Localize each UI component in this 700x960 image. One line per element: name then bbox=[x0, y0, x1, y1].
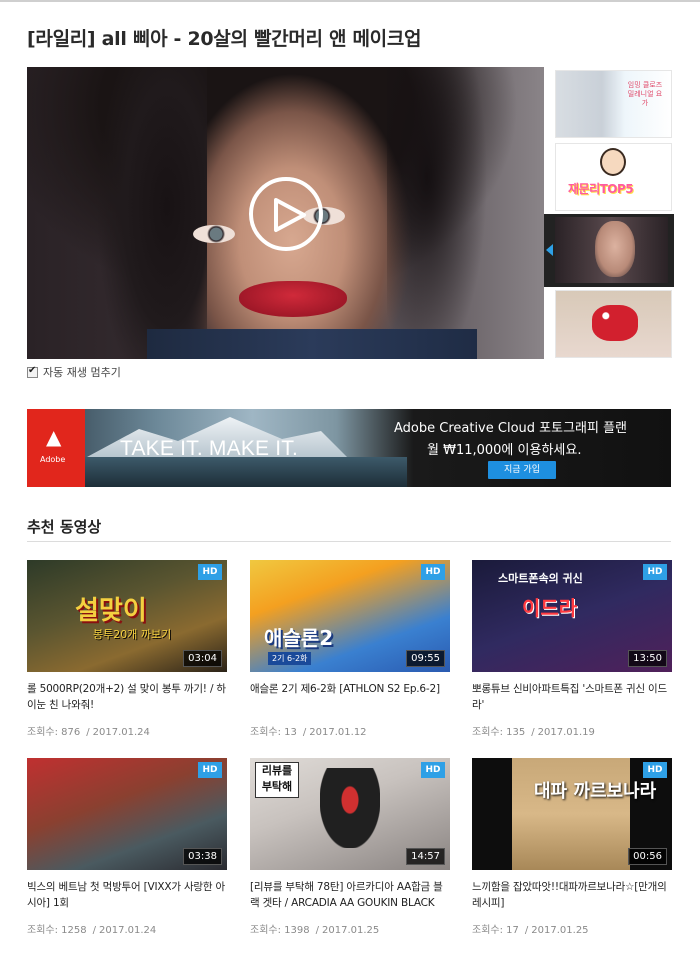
video-thumbnail[interactable]: 설맞이 봉투20개 까보기 HD 03:04 bbox=[27, 560, 227, 672]
divider bbox=[27, 541, 671, 542]
playlist-item-caption: 재문리TOP5 bbox=[568, 182, 634, 196]
upload-date: 2017.01.19 bbox=[537, 727, 595, 738]
view-count: 17 bbox=[506, 925, 519, 936]
thumbnail-subtext: 스마트폰속의 귀신 bbox=[498, 572, 583, 585]
playlist-item[interactable] bbox=[555, 290, 672, 358]
thumbnail-subtext: 2기 6-2화 bbox=[268, 652, 312, 665]
duration-badge: 14:57 bbox=[406, 848, 445, 865]
video-card-title[interactable]: [리뷰를 부탁해 78탄] 아르카디아 AA합금 블랙 겟타 / ARCADIA… bbox=[250, 879, 450, 911]
video-player[interactable] bbox=[27, 67, 544, 359]
view-count: 135 bbox=[506, 727, 526, 738]
adobe-logo-text: Adobe bbox=[40, 455, 66, 464]
video-card-meta: 조회수: 1258/2017.01.24 bbox=[27, 925, 157, 936]
duration-badge: 13:50 bbox=[628, 650, 667, 667]
ad-banner[interactable]: ▲ Adobe TAKE IT. MAKE IT. Adobe Creative… bbox=[27, 409, 671, 487]
current-arrow-icon bbox=[546, 244, 553, 256]
views-label: 조회수: bbox=[472, 727, 503, 738]
upload-date: 2017.01.25 bbox=[531, 925, 589, 936]
thumbnail-text: 리뷰를 부탁해 bbox=[255, 762, 299, 798]
views-label: 조회수: bbox=[27, 727, 58, 738]
view-count: 1398 bbox=[284, 925, 310, 936]
banner-line-1: Adobe Creative Cloud 포토그래피 플랜 bbox=[394, 421, 628, 436]
video-card-title[interactable]: 애슬론 2기 제6-2화 [ATHLON S2 Ep.6-2] bbox=[250, 681, 450, 713]
playlist-strip: 임밍 클로즈 밀레니얼 요가 재문리TOP5 bbox=[544, 67, 674, 359]
video-title: [라일리] all 삐아 - 20살의 빨간머리 앤 메이크업 bbox=[27, 28, 422, 50]
video-card-title[interactable]: 느끼함을 잡았따앗!!대파까르보나라☆[만개의레시피] bbox=[472, 879, 672, 911]
banner-slogan: TAKE IT. MAKE IT. bbox=[120, 437, 299, 460]
view-count: 13 bbox=[284, 727, 297, 738]
video-card-title[interactable]: 롤 5000RP(20개+2) 설 맞이 봉투 까기! / 하이눈 친 나와줘! bbox=[27, 681, 227, 713]
views-label: 조회수: bbox=[27, 925, 58, 936]
thumbnail-text: 대파 까르보나라 bbox=[534, 781, 657, 802]
views-label: 조회수: bbox=[250, 727, 281, 738]
video-card[interactable]: 애슬론2 2기 6-2화 HD 09:55 애슬론 2기 제6-2화 [ATHL… bbox=[250, 560, 450, 738]
autoplay-label: 자동 재생 멈추기 bbox=[43, 366, 121, 379]
thumbnail-text: 애슬론2 bbox=[264, 626, 334, 650]
duration-badge: 03:04 bbox=[183, 650, 222, 667]
view-count: 876 bbox=[61, 727, 81, 738]
duration-badge: 03:38 bbox=[183, 848, 222, 865]
video-thumbnail[interactable]: 스마트폰속의 귀신 이드라 HD 13:50 bbox=[472, 560, 672, 672]
upload-date: 2017.01.24 bbox=[99, 925, 157, 936]
video-card[interactable]: 스마트폰속의 귀신 이드라 HD 13:50 뽀롱튜브 신비아파트특집 '스마트… bbox=[472, 560, 672, 738]
video-card[interactable]: 대파 까르보나라 HD 00:56 느끼함을 잡았따앗!!대파까르보나라☆[만개… bbox=[472, 758, 672, 936]
playlist-item-caption: 임밍 클로즈 밀레니얼 요가 bbox=[627, 81, 663, 107]
video-card-meta: 조회수: 135/2017.01.19 bbox=[472, 727, 595, 738]
recommended-heading: 추천 동영상 bbox=[27, 518, 102, 536]
video-card-title[interactable]: 빅스의 베트남 첫 먹방투어 [VIXX가 사랑한 아시아] 1회 bbox=[27, 879, 227, 911]
hd-badge: HD bbox=[198, 762, 222, 778]
video-card-meta: 조회수: 1398/2017.01.25 bbox=[250, 925, 380, 936]
hd-badge: HD bbox=[643, 564, 667, 580]
hd-badge: HD bbox=[198, 564, 222, 580]
video-card-title[interactable]: 뽀롱튜브 신비아파트특집 '스마트폰 귀신 이드라' bbox=[472, 681, 672, 713]
hd-badge: HD bbox=[421, 762, 445, 778]
duration-badge: 09:55 bbox=[406, 650, 445, 667]
video-thumbnail[interactable]: HD 03:38 bbox=[27, 758, 227, 870]
hd-badge: HD bbox=[421, 564, 445, 580]
banner-line-2: 월 ₩11,000에 이용하세요. bbox=[427, 443, 582, 458]
top-border bbox=[0, 0, 700, 2]
playlist-item[interactable]: 재문리TOP5 bbox=[555, 143, 672, 211]
video-card[interactable]: HD 03:38 빅스의 베트남 첫 먹방투어 [VIXX가 사랑한 아시아] … bbox=[27, 758, 227, 936]
thumbnail-subtext: 봉투20개 까보기 bbox=[93, 628, 172, 641]
playlist-item[interactable]: 임밍 클로즈 밀레니얼 요가 bbox=[555, 70, 672, 138]
upload-date: 2017.01.12 bbox=[309, 727, 367, 738]
thumbnail-text: 설맞이 bbox=[75, 596, 147, 626]
adobe-logo: ▲ Adobe bbox=[27, 409, 85, 487]
video-thumbnail[interactable]: 애슬론2 2기 6-2화 HD 09:55 bbox=[250, 560, 450, 672]
video-card-meta: 조회수: 13/2017.01.12 bbox=[250, 727, 367, 738]
autoplay-toggle[interactable]: 자동 재생 멈추기 bbox=[27, 364, 121, 380]
video-card-meta: 조회수: 17/2017.01.25 bbox=[472, 925, 589, 936]
view-count: 1258 bbox=[61, 925, 87, 936]
views-label: 조회수: bbox=[250, 925, 281, 936]
upload-date: 2017.01.24 bbox=[92, 727, 150, 738]
video-card[interactable]: 리뷰를 부탁해 HD 14:57 [리뷰를 부탁해 78탄] 아르카디아 AA합… bbox=[250, 758, 450, 936]
video-card[interactable]: 설맞이 봉투20개 까보기 HD 03:04 롤 5000RP(20개+2) 설… bbox=[27, 560, 227, 738]
checkbox-icon[interactable] bbox=[27, 365, 38, 378]
playlist-item-current[interactable] bbox=[544, 214, 674, 287]
video-card-meta: 조회수: 876/2017.01.24 bbox=[27, 727, 150, 738]
join-button[interactable]: 지금 가입 bbox=[488, 461, 556, 479]
adobe-logo-icon: ▲ bbox=[46, 425, 62, 449]
views-label: 조회수: bbox=[472, 925, 503, 936]
play-button[interactable] bbox=[249, 177, 323, 251]
upload-date: 2017.01.25 bbox=[322, 925, 380, 936]
video-thumbnail[interactable]: 대파 까르보나라 HD 00:56 bbox=[472, 758, 672, 870]
video-thumbnail[interactable]: 리뷰를 부탁해 HD 14:57 bbox=[250, 758, 450, 870]
thumbnail-text: 이드라 bbox=[522, 596, 578, 620]
hd-badge: HD bbox=[643, 762, 667, 778]
duration-badge: 00:56 bbox=[628, 848, 667, 865]
play-icon bbox=[274, 198, 306, 232]
